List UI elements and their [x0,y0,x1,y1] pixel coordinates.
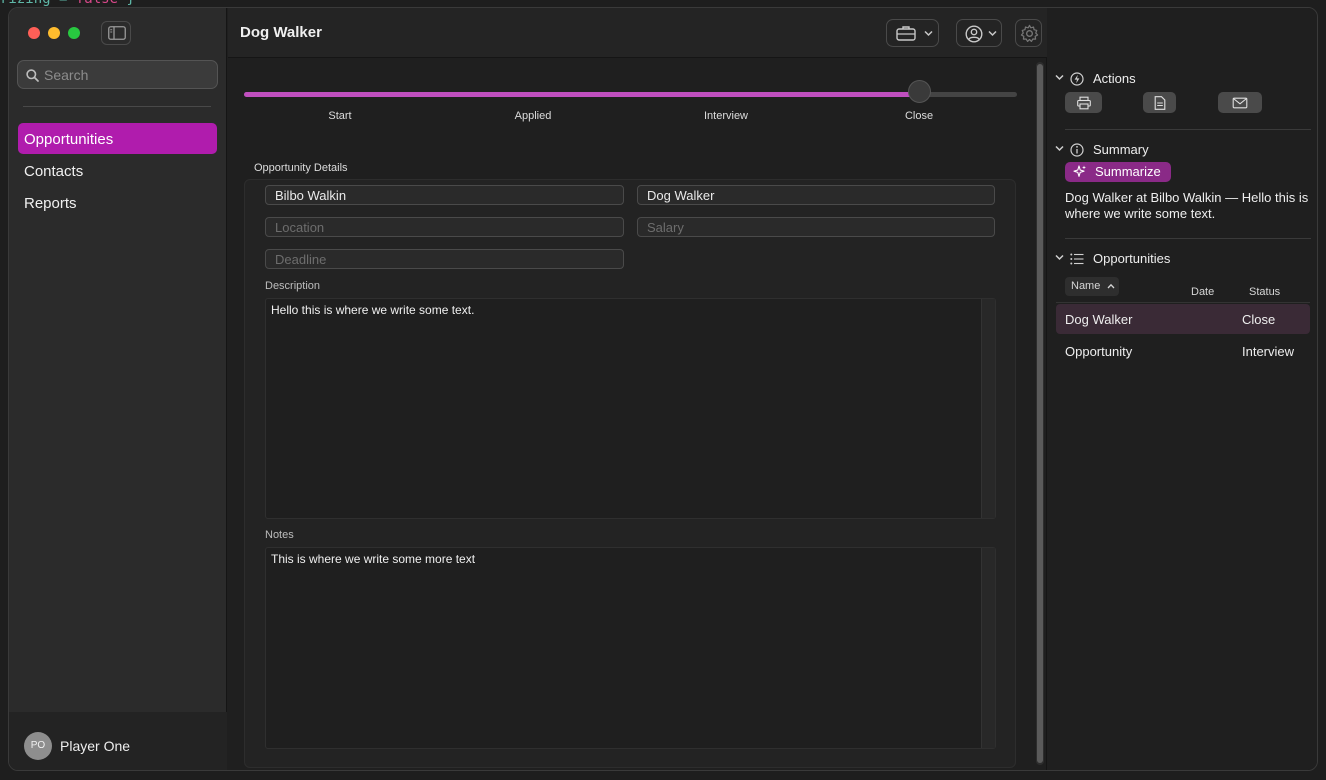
search-field[interactable] [17,60,218,89]
company-field[interactable] [265,185,624,205]
description-scrollbar[interactable] [981,299,995,518]
sparkle-icon [1073,165,1086,177]
search-icon [26,69,39,82]
chevron-down-icon [1055,145,1064,152]
main-scrollbar[interactable] [1036,62,1044,765]
email-button[interactable] [1218,92,1262,113]
table-row[interactable]: Dog Walker Close [1056,304,1310,334]
description-label: Description [265,280,321,292]
summarize-button[interactable]: Summarize [1065,162,1171,182]
toolbar: Dog Walker [228,8,1047,58]
inspector-panel: Actions Summary Summarize Dog Walker at … [1048,8,1317,770]
role-field[interactable] [637,185,995,205]
summary-section-header[interactable]: Summary [1055,142,1175,158]
notes-text: This is where we write some more text [271,552,476,566]
salary-field[interactable] [637,217,995,237]
avatar: PO [24,732,52,760]
row-name: Opportunity [1065,344,1133,359]
sidebar-item-contacts[interactable]: Contacts [18,155,217,186]
actions-section-header[interactable]: Actions [1055,71,1175,87]
row-status: Close [1242,312,1276,327]
sidebar: Opportunities Contacts Reports PO Player… [9,8,227,770]
step-label-interview: Interview [703,110,749,122]
main-scrollbar-thumb[interactable] [1037,64,1043,763]
summary-text: Dog Walker at Bilbo Walkin — Hello this … [1065,190,1309,221]
briefcase-icon [896,26,916,41]
account-menu-button[interactable] [956,19,1002,47]
user-profile[interactable]: PO Player One [9,712,227,770]
print-icon [1076,96,1091,109]
description-textarea[interactable]: Hello this is where we write some text. [265,298,996,519]
chevron-down-icon [1055,254,1064,261]
sidebar-toggle-button[interactable] [101,21,131,45]
step-label-close: Close [904,110,934,122]
chevron-down-icon [924,30,933,37]
inspector-divider [1065,129,1311,130]
gear-icon [1020,24,1039,43]
location-field[interactable] [265,217,624,237]
chevron-down-icon [988,30,997,37]
column-header-name-label: Name [1071,280,1101,292]
opportunities-section-header[interactable]: Opportunities [1055,251,1195,267]
sidebar-toggle-icon [108,26,126,40]
actions-title: Actions [1093,71,1136,86]
row-name: Dog Walker [1065,312,1133,327]
chevron-up-icon [1107,283,1115,289]
deadline-field[interactable] [265,249,624,269]
minimize-window-button[interactable] [48,27,60,39]
progress-slider-thumb[interactable] [908,80,932,103]
opportunities-title: Opportunities [1093,251,1171,266]
briefcase-menu-button[interactable] [886,19,939,47]
search-input[interactable] [44,64,214,86]
sidebar-divider [23,106,211,107]
sidebar-item-reports[interactable]: Reports [18,187,217,218]
envelope-icon [1232,97,1248,108]
description-text: Hello this is where we write some text. [271,303,475,317]
step-label-start: Start [328,110,352,122]
column-header-name[interactable]: Name [1065,277,1119,296]
table-row[interactable]: Opportunity Interview [1056,336,1310,366]
inspector-divider [1065,238,1311,239]
profile-name: Player One [60,738,131,754]
app-window: Opportunities Contacts Reports PO Player… [8,7,1318,771]
chevron-down-icon [1055,74,1064,81]
zoom-window-button[interactable] [68,27,80,39]
column-header-date[interactable]: Date [1191,286,1214,298]
list-icon [1070,253,1084,265]
progress-slider-fill [244,92,921,97]
summarize-label: Summarize [1095,164,1161,179]
section-title: Opportunity Details [254,162,348,174]
progress-slider-track[interactable] [244,92,1017,97]
sidebar-item-opportunities[interactable]: Opportunities [18,123,217,154]
print-button[interactable] [1065,92,1102,113]
person-circle-icon [965,25,983,43]
notes-scrollbar[interactable] [981,548,995,748]
page-title: Dog Walker [240,24,322,41]
step-label-applied: Applied [514,110,552,122]
info-circle-icon [1070,143,1084,157]
table-header-divider [1056,302,1310,303]
notes-textarea[interactable]: This is where we write some more text [265,547,996,749]
column-header-status[interactable]: Status [1249,286,1280,298]
document-icon [1154,95,1165,110]
settings-button[interactable] [1015,19,1042,47]
bolt-circle-icon [1070,72,1084,86]
row-status: Interview [1242,344,1295,359]
close-window-button[interactable] [28,27,40,39]
detail-content: Start Applied Interview Close Opportunit… [228,59,1036,770]
main-panel: Dog Walker Start Applied Interview Close… [228,8,1047,770]
document-button[interactable] [1143,92,1176,113]
summary-title: Summary [1093,142,1149,157]
notes-label: Notes [265,529,294,541]
